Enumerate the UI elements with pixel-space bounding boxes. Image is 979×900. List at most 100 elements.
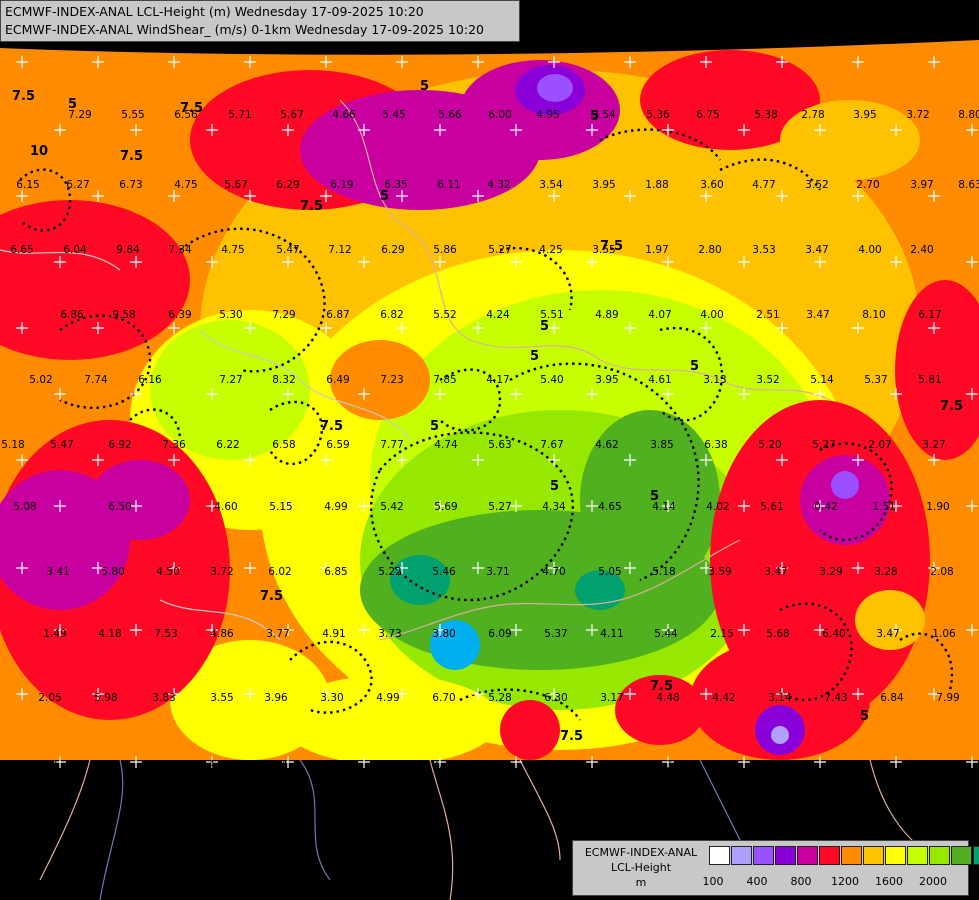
station-value: 3.17 <box>600 692 623 704</box>
station-value: 5.46 <box>432 566 456 578</box>
station-value: 5.27 <box>812 439 835 451</box>
field-blob <box>800 455 890 545</box>
station-value: 1.72 <box>714 759 737 771</box>
station-value: 4.75 <box>221 244 244 256</box>
legend-swatch <box>775 846 796 865</box>
station-value: 3.27 <box>922 439 945 451</box>
station-value: 5.42 <box>380 501 403 513</box>
station-value: 2.90 <box>600 759 623 771</box>
contour-label: 5 <box>540 319 549 334</box>
station-value: 6.09 <box>488 628 511 640</box>
station-value: 4.99 <box>324 501 347 513</box>
station-value: 3.52 <box>756 374 779 386</box>
station-value: 5.08 <box>13 501 36 513</box>
station-value: 5.14 <box>810 374 834 386</box>
station-value: 2.70 <box>856 179 879 191</box>
contour-label: 7.5 <box>940 399 963 414</box>
station-value: 5.66 <box>438 109 462 121</box>
station-value: 6.87 <box>326 309 349 321</box>
station-value: 5.55 <box>121 109 144 121</box>
station-value: 5.38 <box>754 109 777 121</box>
legend-title-line-2: LCL-Height <box>610 861 672 874</box>
station-value: 6.11 <box>437 179 460 191</box>
contour-label: 5 <box>590 109 599 124</box>
station-value: 3.28 <box>874 566 897 578</box>
station-value: 5.18 <box>652 566 675 578</box>
station-value: 6.29 <box>488 759 511 771</box>
station-value: 5.27 <box>488 244 511 256</box>
contour-label: 5 <box>860 709 869 724</box>
legend-tick: 400 <box>746 875 768 888</box>
station-value: 5.47 <box>50 439 73 451</box>
station-value: 6.19 <box>330 179 353 191</box>
station-value: 7.30 <box>432 759 455 771</box>
station-value: 6.16 <box>138 374 162 386</box>
station-value: 5.05 <box>598 566 621 578</box>
station-value: 5.61 <box>760 501 783 513</box>
station-value: 3.95 <box>592 179 615 191</box>
station-value: 4.61 <box>648 374 671 386</box>
station-value: 5.37 <box>864 374 887 386</box>
contour-label: 5 <box>650 489 659 504</box>
title-line-2: ECMWF-INDEX-ANAL WindShear_ (m/s) 0-1km … <box>5 22 484 37</box>
station-value: 6.59 <box>326 439 349 451</box>
station-value: 6.50 <box>108 501 131 513</box>
station-value: 6.17 <box>918 309 941 321</box>
contour-label: 7.5 <box>600 239 623 254</box>
station-value: 3.29 <box>819 566 842 578</box>
station-value: 6.40 <box>822 628 845 640</box>
contour-label: 5 <box>420 79 429 94</box>
legend-tick: 800 <box>790 875 812 888</box>
legend-swatches <box>709 846 979 865</box>
station-value: 4.95 <box>536 109 559 121</box>
station-value: 3.53 <box>752 244 775 256</box>
station-value: 5.63 <box>488 439 511 451</box>
station-value: 5.36 <box>646 109 670 121</box>
field-blob <box>537 74 573 102</box>
legend-title-line-3: m <box>635 876 647 889</box>
legend-swatch <box>907 846 928 865</box>
legend-title-line-1: ECMWF-INDEX-ANAL <box>584 846 698 859</box>
station-value: 1.51 <box>872 501 895 513</box>
station-value: 2.78 <box>801 109 824 121</box>
station-value: 3.83 <box>152 692 175 704</box>
station-value: 7.12 <box>328 244 351 256</box>
station-value: 0.42 <box>814 501 837 513</box>
station-value: 3.47 <box>764 566 787 578</box>
station-value: 6.39 <box>168 309 191 321</box>
station-value: 4.91 <box>322 628 345 640</box>
station-value: 8.10 <box>862 309 885 321</box>
station-value: 4.34 <box>542 501 566 513</box>
station-value: 6.86 <box>60 309 84 321</box>
contour-label: 5 <box>550 479 559 494</box>
station-value: 7.77 <box>380 439 403 451</box>
station-value: 6.04 <box>63 244 87 256</box>
station-value: 1.97 <box>645 244 668 256</box>
station-value: 5.86 <box>770 759 794 771</box>
station-value: 4.62 <box>595 439 618 451</box>
station-value: 7.67 <box>540 439 563 451</box>
station-value: 5.37 <box>544 628 567 640</box>
station-value: 4.66 <box>332 109 356 121</box>
field-blob <box>855 590 925 650</box>
legend-swatch <box>951 846 972 865</box>
station-value: 4.77 <box>752 179 775 191</box>
station-value: 9.84 <box>116 244 140 256</box>
station-value: 4.89 <box>595 309 618 321</box>
station-value: 3.55 <box>210 692 233 704</box>
station-value: 5.15 <box>269 501 292 513</box>
station-value: 4.02 <box>706 501 729 513</box>
station-value: 3.14 <box>768 692 792 704</box>
station-value: 4.86 <box>210 628 234 640</box>
station-value: 7.36 <box>162 439 186 451</box>
station-value: 2.15 <box>710 628 733 640</box>
station-value: 3.72 <box>906 109 929 121</box>
legend-tick: 2000 <box>919 875 947 888</box>
legend-tick: 1600 <box>875 875 903 888</box>
legend-swatch <box>731 846 752 865</box>
station-value: 4.18 <box>98 628 121 640</box>
station-value: 2.80 <box>698 244 721 256</box>
legend-swatch <box>819 846 840 865</box>
station-value: 1.06 <box>932 628 956 640</box>
station-value: 8.63 <box>958 179 979 191</box>
